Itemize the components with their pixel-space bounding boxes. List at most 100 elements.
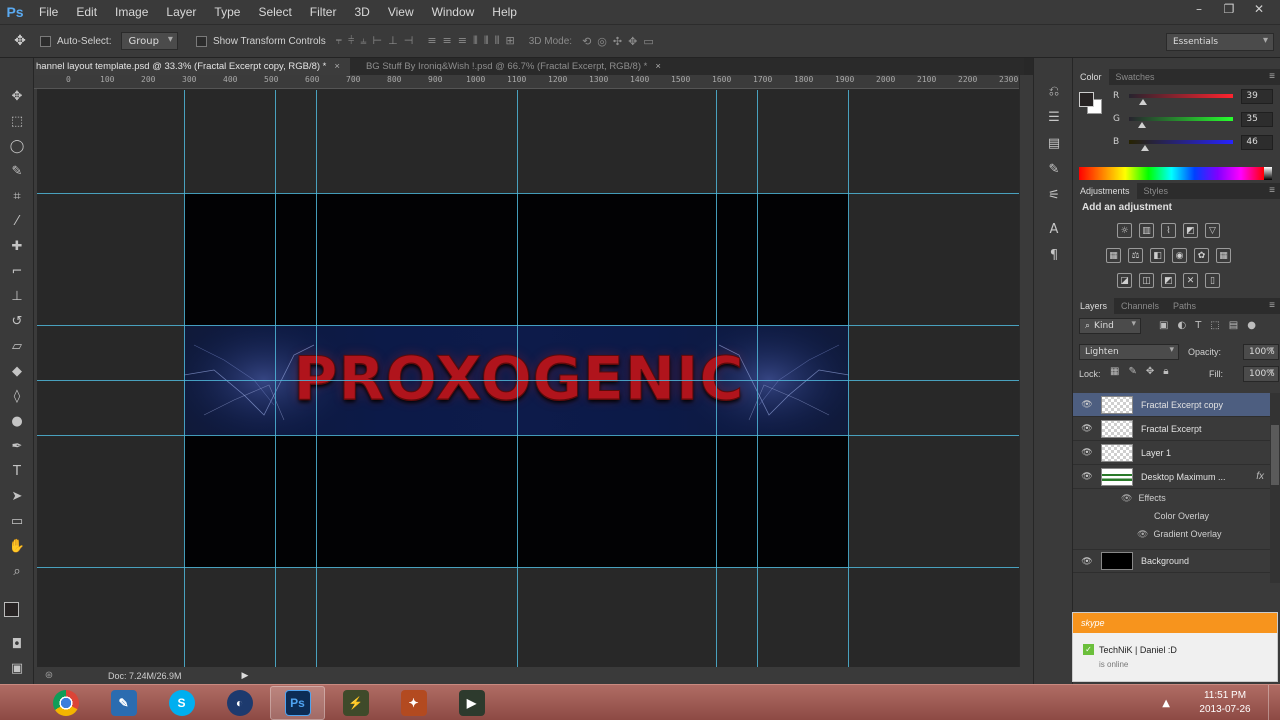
3d-rotate-icon[interactable]: ⟲ <box>582 35 591 48</box>
tab-swatches[interactable]: Swatches <box>1109 69 1162 85</box>
status-options-icon[interactable]: ⊛ <box>34 670 64 681</box>
curves-icon[interactable]: ⌇ <box>1161 223 1176 238</box>
exposure-icon[interactable]: ◩ <box>1183 223 1198 238</box>
effect-item[interactable]: 👁︎ Gradient Overlay <box>1137 529 1221 540</box>
guide-vertical[interactable] <box>517 90 518 668</box>
align-bottom-icon[interactable]: ⫨ <box>360 34 366 48</box>
brush-panel-icon[interactable]: ✎ <box>1034 156 1074 182</box>
start-button[interactable] <box>0 685 38 720</box>
blur-tool-icon[interactable]: ◊ <box>0 384 34 409</box>
document-tab-active[interactable]: hannel layout template.psd @ 33.3% (Frac… <box>34 58 350 75</box>
history-brush-tool-icon[interactable]: ↺ <box>0 309 34 334</box>
fill-field[interactable]: 100% <box>1243 366 1279 382</box>
3d-slide-icon[interactable]: ✥ <box>628 35 637 48</box>
restore-button[interactable]: ❐ <box>1214 0 1244 18</box>
clock[interactable]: 11:51 PM 2013-07-26 <box>1182 689 1268 717</box>
lock-transparent-icon[interactable]: ▦ <box>1110 366 1119 377</box>
red-slider-thumb[interactable] <box>1138 99 1147 105</box>
menu-3d[interactable]: 3D <box>345 0 378 24</box>
foreground-color-swatch[interactable] <box>4 602 19 617</box>
character-panel-icon[interactable]: A <box>1034 216 1074 242</box>
menu-view[interactable]: View <box>379 0 423 24</box>
lasso-tool-icon[interactable]: ◯ <box>0 134 34 159</box>
canvas-scrollbar[interactable] <box>1019 75 1033 669</box>
effects-group[interactable]: 👁︎ Effects <box>1121 493 1166 504</box>
type-tool-icon[interactable]: T <box>0 459 34 484</box>
swatches-panel-icon[interactable]: ▤ <box>1034 130 1074 156</box>
dodge-tool-icon[interactable]: ● <box>0 409 34 434</box>
channel-mixer-icon[interactable]: ✿ <box>1194 248 1209 263</box>
marquee-tool-icon[interactable]: ⬚ <box>0 109 34 134</box>
guide-vertical[interactable] <box>316 90 317 668</box>
align-right-icon[interactable]: ⊣ <box>404 34 414 48</box>
blue-slider-thumb[interactable] <box>1140 145 1149 151</box>
color-lookup-icon[interactable]: ▦ <box>1216 248 1231 263</box>
filter-pixel-icon[interactable]: ▣ <box>1159 320 1168 331</box>
black-white-icon[interactable]: ◧ <box>1150 248 1165 263</box>
effect-item[interactable]: Color Overlay <box>1154 511 1209 521</box>
canvas-area[interactable]: PROXOGENIC <box>37 90 1019 668</box>
tab-styles[interactable]: Styles <box>1137 183 1176 199</box>
healing-brush-tool-icon[interactable]: ✚ <box>0 234 34 259</box>
guide-horizontal[interactable] <box>37 380 1019 381</box>
align-center-icon[interactable]: ⊥ <box>388 34 398 48</box>
taskbar-recorder[interactable]: ▶ <box>444 686 499 720</box>
color-balance-icon[interactable]: ⚖ <box>1128 248 1143 263</box>
tab-close-icon[interactable]: × <box>334 61 340 72</box>
clone-stamp-tool-icon[interactable]: ⊥ <box>0 284 34 309</box>
path-selection-tool-icon[interactable]: ➤ <box>0 484 34 509</box>
tab-layers[interactable]: Layers <box>1073 298 1115 314</box>
zoom-tool-icon[interactable]: ⌕ <box>0 559 34 584</box>
selective-color-icon[interactable]: ✕ <box>1183 273 1198 288</box>
paragraph-panel-icon[interactable]: ¶ <box>1034 242 1074 268</box>
taskbar-skype[interactable]: S <box>154 686 209 720</box>
document-tab-inactive[interactable]: BG Stuff By Ironiq&Wish !.psd @ 66.7% (F… <box>349 58 671 75</box>
levels-icon[interactable]: ▥ <box>1139 223 1154 238</box>
show-transform-option[interactable]: Show Transform Controls <box>195 35 326 47</box>
filter-shape-icon[interactable]: ⬚ <box>1210 320 1219 331</box>
auto-select-checkbox[interactable] <box>40 35 51 47</box>
blue-slider[interactable] <box>1128 140 1234 151</box>
show-desktop-button[interactable] <box>1268 685 1280 720</box>
layer-filter-dropdown[interactable]: ⌕ Kind <box>1079 318 1141 334</box>
minimize-button[interactable]: – <box>1184 0 1214 18</box>
filter-type-icon[interactable]: T <box>1195 320 1201 331</box>
visibility-eye-icon[interactable]: 👁︎ <box>1073 399 1101 410</box>
layer-effects-icon[interactable]: fx <box>1256 471 1264 482</box>
screen-mode-icon[interactable]: ▣ <box>0 656 34 681</box>
properties-panel-icon[interactable]: ☰ <box>1034 104 1074 130</box>
move-tool-icon[interactable]: ✥ <box>0 84 34 109</box>
invert-icon[interactable]: ◪ <box>1117 273 1132 288</box>
hue-saturation-icon[interactable]: ▦ <box>1106 248 1121 263</box>
guide-vertical[interactable] <box>757 90 758 668</box>
paint-bucket-tool-icon[interactable]: ◆ <box>0 359 34 384</box>
layers-scrollbar[interactable] <box>1270 393 1280 583</box>
eye-icon[interactable]: 👁︎ <box>1121 493 1132 503</box>
green-value-field[interactable]: 35 <box>1241 111 1273 127</box>
crop-tool-icon[interactable]: ⌗ <box>0 184 34 209</box>
distribute-bottom-icon[interactable]: ≡ <box>458 34 467 48</box>
brush-presets-panel-icon[interactable]: ⚟ <box>1034 182 1074 208</box>
auto-select-dropdown[interactable]: Group <box>121 32 178 50</box>
tab-paths[interactable]: Paths <box>1166 298 1203 314</box>
filter-smart-object-icon[interactable]: ▤ <box>1229 320 1238 331</box>
vibrance-icon[interactable]: ▽ <box>1205 223 1220 238</box>
panel-menu-icon[interactable]: ≡ <box>1269 298 1275 314</box>
menu-filter[interactable]: Filter <box>301 0 346 24</box>
color-bw-ramp[interactable] <box>1264 167 1272 180</box>
distribute-left-icon[interactable]: ⦀ <box>473 34 478 48</box>
distribute-right-icon[interactable]: ⦀ <box>495 34 500 48</box>
guide-vertical[interactable] <box>184 90 185 668</box>
brush-tool-icon[interactable]: ⌐ <box>0 259 34 284</box>
layer-row[interactable]: 👁︎ Background <box>1073 549 1270 573</box>
horizontal-ruler[interactable]: 0 100 200 300 400 500 600 700 800 900 10… <box>34 75 1019 89</box>
status-menu-arrow-icon[interactable]: ▶ <box>242 671 249 681</box>
close-button[interactable]: ✕ <box>1244 0 1274 18</box>
layer-row[interactable]: 👁︎ Fractal Excerpt copy <box>1073 393 1270 417</box>
visibility-eye-icon[interactable]: 👁︎ <box>1073 423 1101 434</box>
threshold-icon[interactable]: ◩ <box>1161 273 1176 288</box>
history-panel-icon[interactable]: ⎌ <box>1034 78 1074 104</box>
color-foreground-swatch[interactable] <box>1079 92 1094 107</box>
posterize-icon[interactable]: ◫ <box>1139 273 1154 288</box>
layer-row[interactable]: 👁︎ Fractal Excerpt <box>1073 417 1270 441</box>
